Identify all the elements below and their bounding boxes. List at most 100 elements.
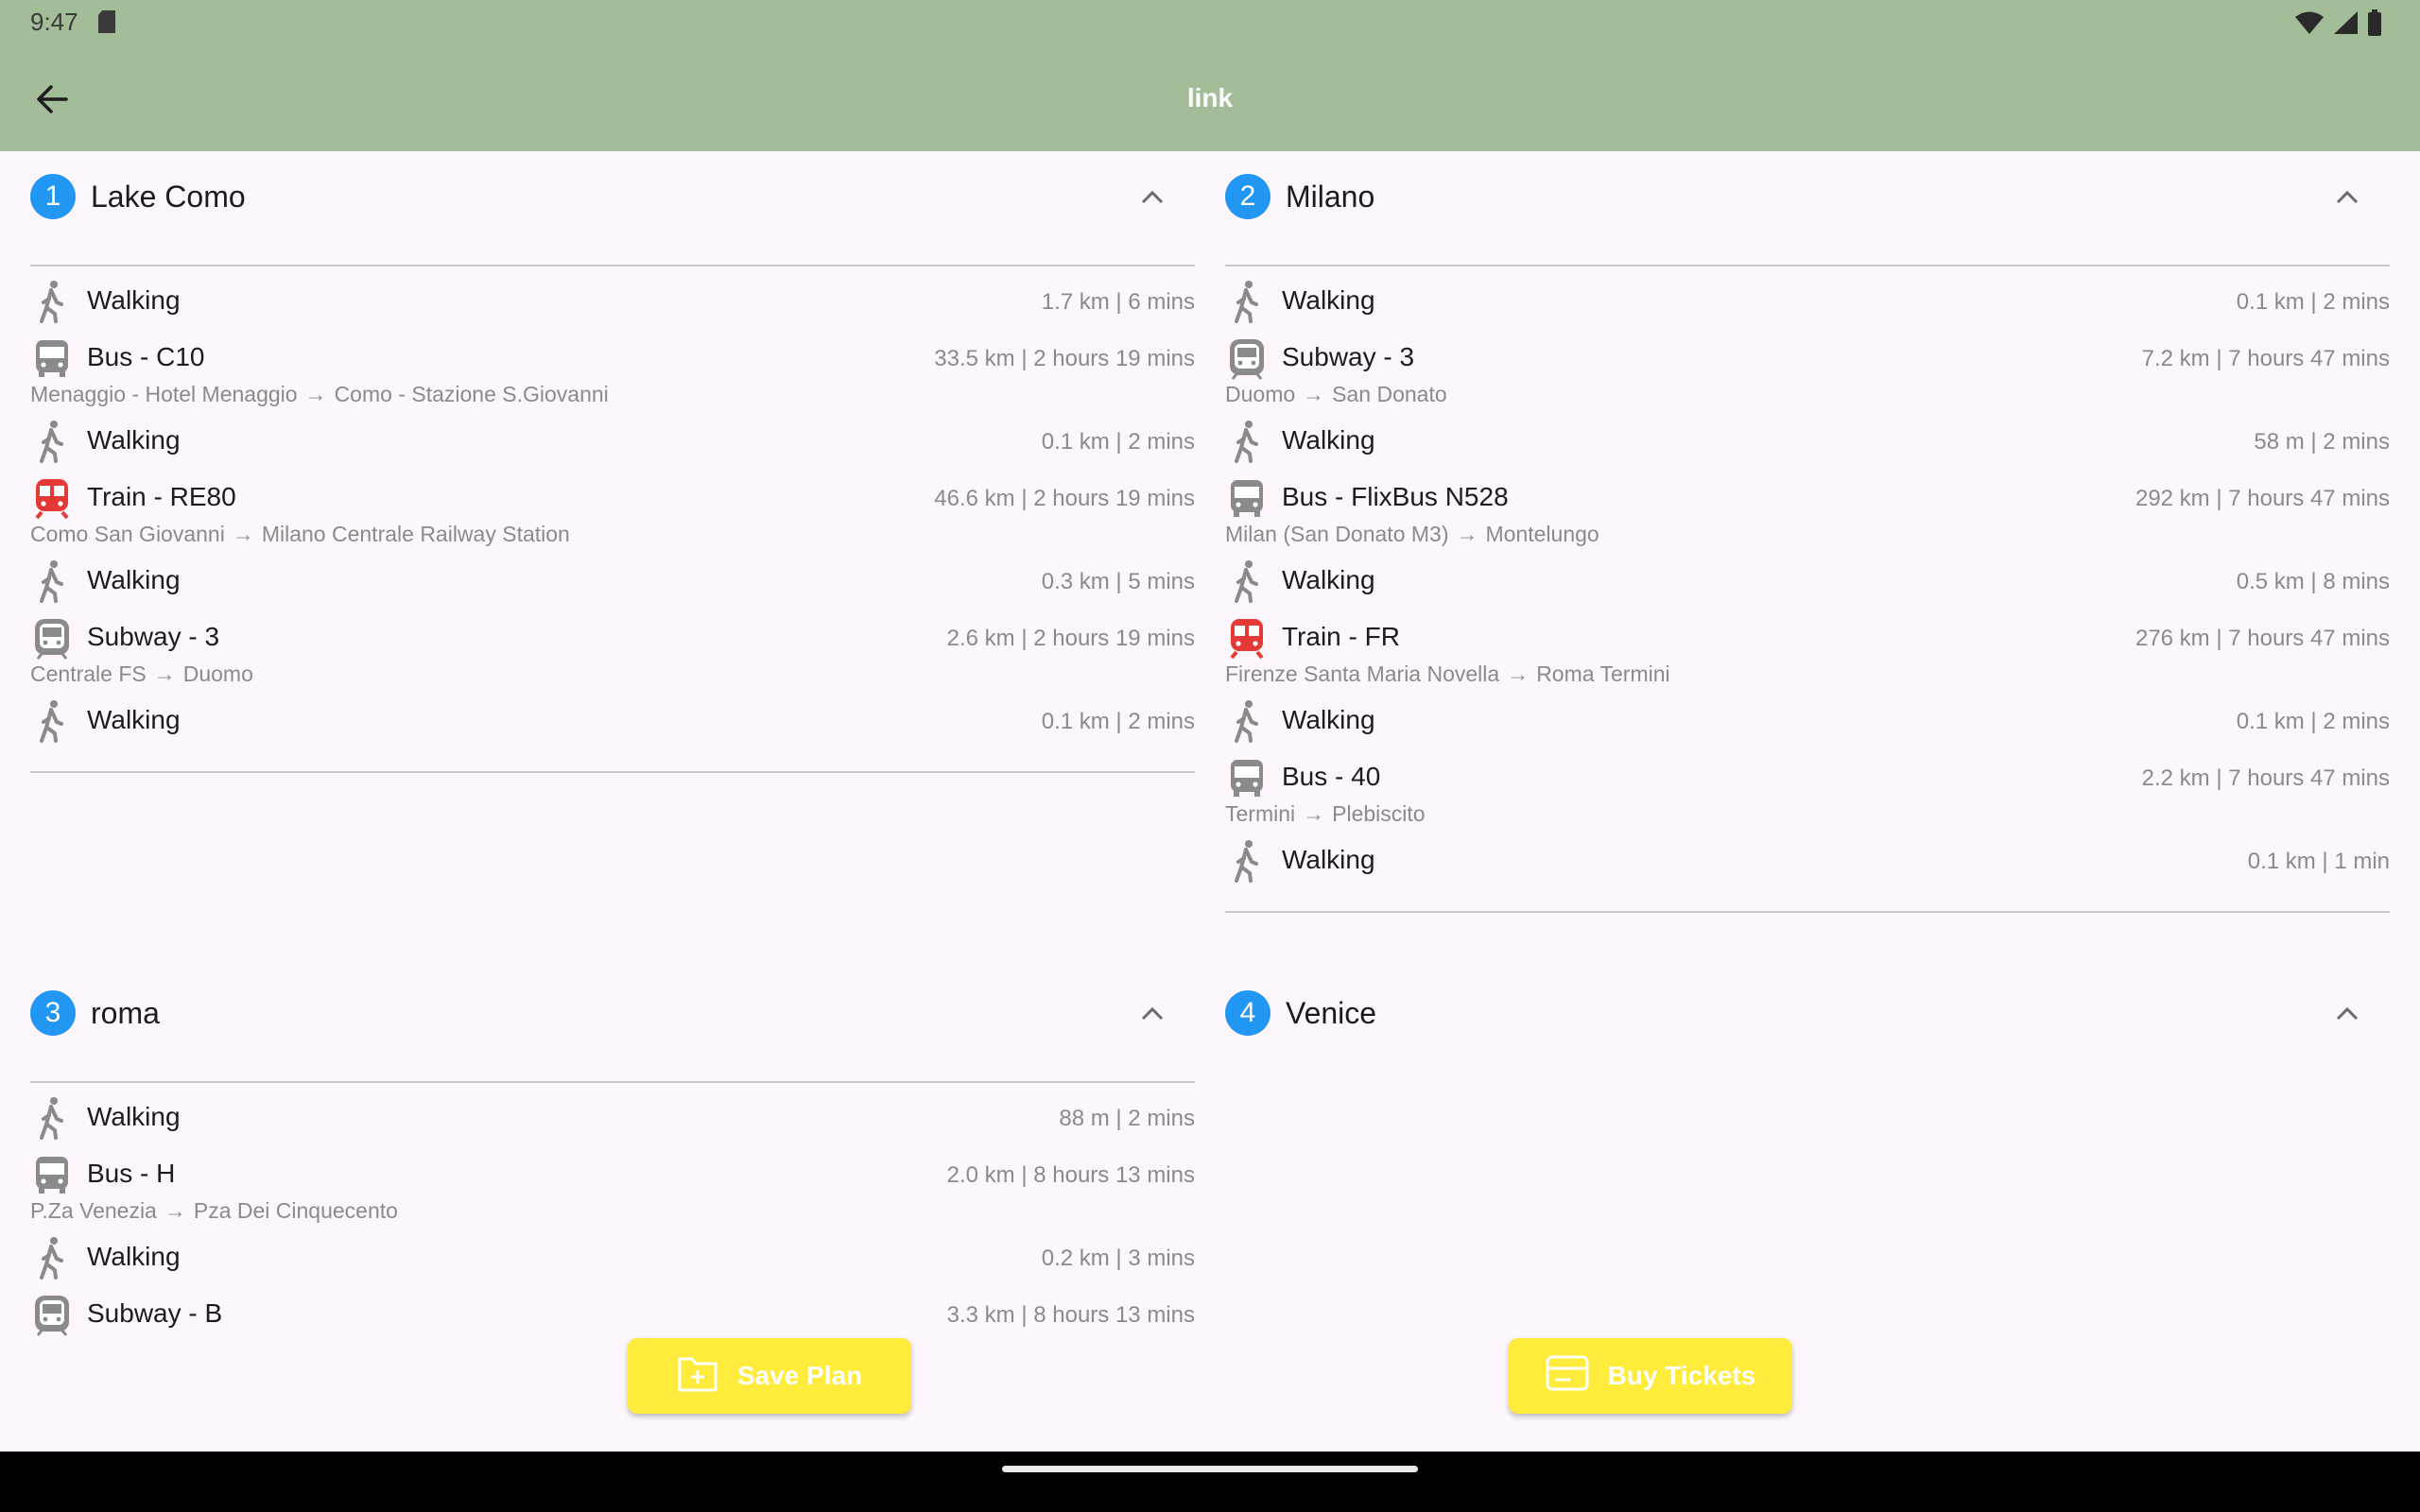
leg-mode-label: Walking bbox=[87, 565, 181, 594]
route-arrow-icon: → bbox=[1303, 801, 1325, 826]
leg-row: Train - FR 276 km | 7 hours 47 mins bbox=[1225, 610, 2390, 667]
leg-distance-duration: 1.7 km | 6 mins bbox=[1041, 289, 1195, 315]
walk-icon bbox=[30, 280, 74, 323]
section-header[interactable]: 3 roma bbox=[30, 990, 1195, 1051]
chevron-up-icon[interactable] bbox=[1136, 1000, 1168, 1028]
leg-row: Bus - C10 33.5 km | 2 hours 19 mins bbox=[30, 331, 1195, 387]
walk-icon bbox=[30, 1096, 74, 1140]
section-title: roma bbox=[91, 996, 160, 1030]
subway-icon bbox=[30, 1293, 74, 1336]
divider bbox=[30, 771, 1195, 773]
train-icon bbox=[30, 476, 74, 520]
walk-icon bbox=[1225, 280, 1269, 323]
route-from: Milan (San Donato M3) bbox=[1225, 522, 1449, 546]
route-to: Como - Stazione S.Giovanni bbox=[334, 382, 609, 406]
bus-icon bbox=[1225, 756, 1269, 799]
leg-distance-duration: 33.5 km | 2 hours 19 mins bbox=[934, 346, 1195, 371]
route-to: Milano Centrale Railway Station bbox=[261, 522, 570, 546]
status-bar: 9:47 bbox=[0, 0, 2420, 45]
navigation-bar bbox=[0, 1452, 2420, 1512]
destination-section-milano: 2 Milano Walking 0.1 km | 2 mins Subway - … bbox=[1225, 174, 2390, 913]
route-arrow-icon: → bbox=[304, 382, 327, 406]
route-to: Montelungo bbox=[1485, 522, 1599, 546]
leg-mode-label: Train - FR bbox=[1282, 622, 1400, 651]
leg-row: Bus - FlixBus N528 292 km | 7 hours 47 mi… bbox=[1225, 471, 2390, 527]
walk-icon bbox=[30, 1236, 74, 1280]
leg-route: Menaggio - Hotel Menaggio → Como - Stazion… bbox=[30, 382, 1195, 414]
leg-row: Walking 0.1 km | 2 mins bbox=[30, 694, 1195, 750]
sd-card-icon bbox=[96, 9, 117, 39]
leg-mode-label: Walking bbox=[87, 1242, 181, 1271]
leg-row: Walking 88 m | 2 mins bbox=[30, 1091, 1195, 1147]
leg-row: Walking 0.2 km | 3 mins bbox=[30, 1230, 1195, 1287]
leg-row: Walking 1.7 km | 6 mins bbox=[30, 274, 1195, 331]
section-title: Milano bbox=[1286, 180, 1375, 214]
destination-section-lake-como: 1 Lake Como Walking 1.7 km | 6 mins Bus - … bbox=[30, 174, 1195, 773]
leg-row: Walking 0.1 km | 2 mins bbox=[1225, 694, 2390, 750]
leg-route: P.Za Venezia → Pza Dei Cinquecento bbox=[30, 1198, 1195, 1230]
leg-row: Subway - 3 7.2 km | 7 hours 47 mins bbox=[1225, 331, 2390, 387]
home-gesture-handle[interactable] bbox=[1002, 1466, 1418, 1473]
walk-icon bbox=[1225, 839, 1269, 883]
bus-icon bbox=[1225, 476, 1269, 520]
leg-distance-duration: 0.1 km | 1 min bbox=[2247, 849, 2390, 874]
leg-mode-label: Bus - 40 bbox=[1282, 762, 1381, 791]
route-arrow-icon: → bbox=[164, 1198, 186, 1223]
save-plan-label: Save Plan bbox=[736, 1361, 863, 1390]
battery-icon bbox=[2367, 9, 2382, 41]
leg-row: Walking 0.3 km | 5 mins bbox=[30, 554, 1195, 610]
leg-mode-label: Bus - H bbox=[87, 1159, 176, 1188]
route-from: Firenze Santa Maria Novella bbox=[1225, 662, 1500, 686]
leg-mode-label: Subway - B bbox=[87, 1298, 223, 1328]
legs-list: Walking 1.7 km | 6 mins Bus - C10 33.5 km |… bbox=[30, 274, 1195, 750]
leg-row: Walking 0.1 km | 2 mins bbox=[30, 414, 1195, 471]
stop-number-badge: 2 bbox=[1225, 174, 1270, 219]
section-header[interactable]: 2 Milano bbox=[1225, 174, 2390, 234]
leg-route: Milan (San Donato M3) → Montelungo bbox=[1225, 522, 2390, 554]
route-from: P.Za Venezia bbox=[30, 1198, 157, 1223]
leg-route: Duomo → San Donato bbox=[1225, 382, 2390, 414]
leg-route: Termini → Plebiscito bbox=[1225, 801, 2390, 833]
leg-row: Bus - H 2.0 km | 8 hours 13 mins bbox=[30, 1147, 1195, 1204]
bus-icon bbox=[30, 1153, 74, 1196]
chevron-up-icon[interactable] bbox=[2331, 1000, 2363, 1028]
route-from: Duomo bbox=[1225, 382, 1296, 406]
leg-mode-label: Bus - C10 bbox=[87, 342, 205, 371]
divider bbox=[1225, 911, 2390, 913]
leg-distance-duration: 0.1 km | 2 mins bbox=[2236, 289, 2390, 315]
leg-row: Subway - 3 2.6 km | 2 hours 19 mins bbox=[30, 610, 1195, 667]
subway-icon bbox=[1225, 336, 1269, 380]
chevron-up-icon[interactable] bbox=[2331, 183, 2363, 212]
buy-tickets-button[interactable]: Buy Tickets bbox=[1509, 1338, 1792, 1414]
divider bbox=[1225, 265, 2390, 266]
section-title: Lake Como bbox=[91, 180, 246, 214]
route-arrow-icon: → bbox=[1303, 382, 1325, 406]
route-from: Como San Giovanni bbox=[30, 522, 225, 546]
save-plan-button[interactable]: Save Plan bbox=[628, 1338, 911, 1414]
walk-icon bbox=[30, 699, 74, 743]
chevron-up-icon[interactable] bbox=[1136, 183, 1168, 212]
leg-row: Walking 0.5 km | 8 mins bbox=[1225, 554, 2390, 610]
destination-section-roma: 3 roma Walking 88 m | 2 mins Bus - H 2.0 km… bbox=[30, 990, 1195, 1344]
leg-row: Walking 0.1 km | 2 mins bbox=[1225, 274, 2390, 331]
leg-route: Firenze Santa Maria Novella → Roma Termini bbox=[1225, 662, 2390, 694]
train-icon bbox=[1225, 616, 1269, 660]
leg-distance-duration: 2.2 km | 7 hours 47 mins bbox=[2141, 765, 2390, 791]
destination-section-venice: 4 Venice bbox=[1225, 990, 2390, 1051]
leg-distance-duration: 0.1 km | 2 mins bbox=[2236, 709, 2390, 734]
leg-distance-duration: 0.2 km | 3 mins bbox=[1041, 1246, 1195, 1271]
cellular-signal-icon bbox=[2333, 10, 2358, 40]
buy-tickets-label: Buy Tickets bbox=[1607, 1361, 1756, 1390]
section-header[interactable]: 1 Lake Como bbox=[30, 174, 1195, 234]
stop-number-badge: 1 bbox=[30, 174, 76, 219]
route-to: Plebiscito bbox=[1332, 801, 1426, 826]
status-time: 9:47 bbox=[30, 8, 78, 36]
route-to: Duomo bbox=[182, 662, 253, 686]
legs-list: Walking 0.1 km | 2 mins Subway - 3 7.2 km |… bbox=[1225, 274, 2390, 890]
section-header[interactable]: 4 Venice bbox=[1225, 990, 2390, 1051]
divider bbox=[30, 1081, 1195, 1083]
leg-mode-label: Walking bbox=[1282, 565, 1375, 594]
leg-distance-duration: 2.0 km | 8 hours 13 mins bbox=[946, 1162, 1195, 1188]
leg-mode-label: Walking bbox=[1282, 845, 1375, 874]
ticket-card-icon bbox=[1546, 1355, 1589, 1398]
